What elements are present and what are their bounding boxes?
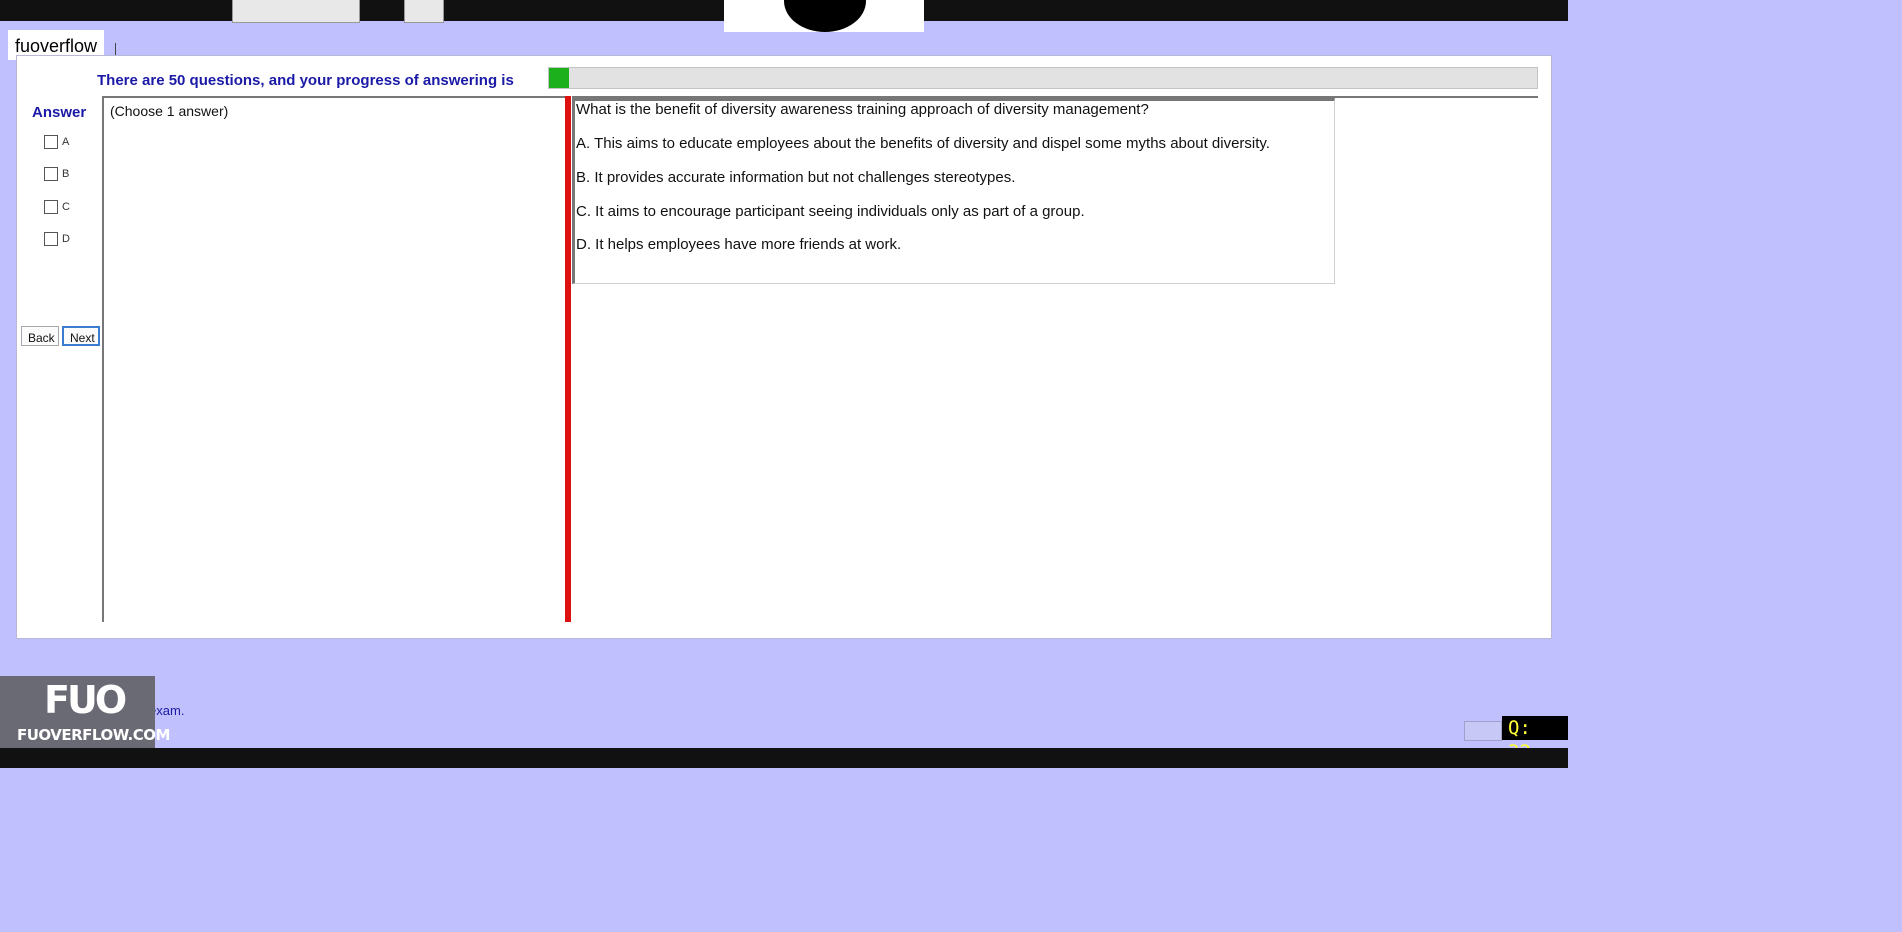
top-input-remnant bbox=[232, 0, 360, 23]
panel-splitter[interactable] bbox=[565, 96, 571, 622]
checkbox-icon[interactable] bbox=[44, 199, 58, 214]
choice-c: C. It aims to encourage participant seei… bbox=[576, 203, 1085, 220]
logo-icon: FUO bbox=[44, 678, 127, 722]
option-d-label: D bbox=[62, 232, 70, 245]
timer-display: 00:00 bbox=[548, 0, 635, 17]
question-box bbox=[572, 98, 1335, 284]
progress-label: There are 50 questions, and your progres… bbox=[97, 72, 514, 89]
choice-b: B. It provides accurate information but … bbox=[576, 169, 1016, 186]
option-b[interactable]: B bbox=[44, 165, 69, 181]
checkbox-icon[interactable] bbox=[44, 134, 58, 149]
progress-fill bbox=[549, 68, 569, 88]
option-d[interactable]: D bbox=[44, 230, 70, 246]
progress-bar bbox=[548, 67, 1538, 89]
bottom-black-bar bbox=[0, 748, 1568, 768]
option-b-label: B bbox=[62, 167, 70, 180]
question-counter: Q: 32 bbox=[1502, 716, 1568, 763]
counter-box bbox=[1464, 721, 1502, 741]
next-button[interactable]: Next bbox=[62, 326, 100, 346]
option-c-label: C bbox=[62, 200, 70, 213]
option-a[interactable]: A bbox=[44, 133, 69, 149]
choice-a: A. This aims to educate employees about … bbox=[576, 135, 1270, 152]
top-image-area bbox=[724, 0, 924, 32]
answer-text-area[interactable] bbox=[102, 96, 568, 622]
logo-text: FUOVERFLOW.COM bbox=[17, 726, 170, 744]
checkbox-icon[interactable] bbox=[44, 166, 58, 181]
back-button[interactable]: Back bbox=[21, 326, 59, 346]
question-text: What is the benefit of diversity awarene… bbox=[576, 101, 1149, 118]
option-a-label: A bbox=[62, 135, 70, 148]
top-small-remnant bbox=[404, 0, 444, 23]
redaction-blob bbox=[784, 0, 866, 32]
choose-hint: (Choose 1 answer) bbox=[110, 103, 229, 119]
checkbox-icon[interactable] bbox=[44, 231, 58, 246]
choice-d: D. It helps employees have more friends … bbox=[576, 236, 902, 253]
option-c[interactable]: C bbox=[44, 198, 70, 214]
answer-heading: Answer bbox=[32, 104, 87, 121]
